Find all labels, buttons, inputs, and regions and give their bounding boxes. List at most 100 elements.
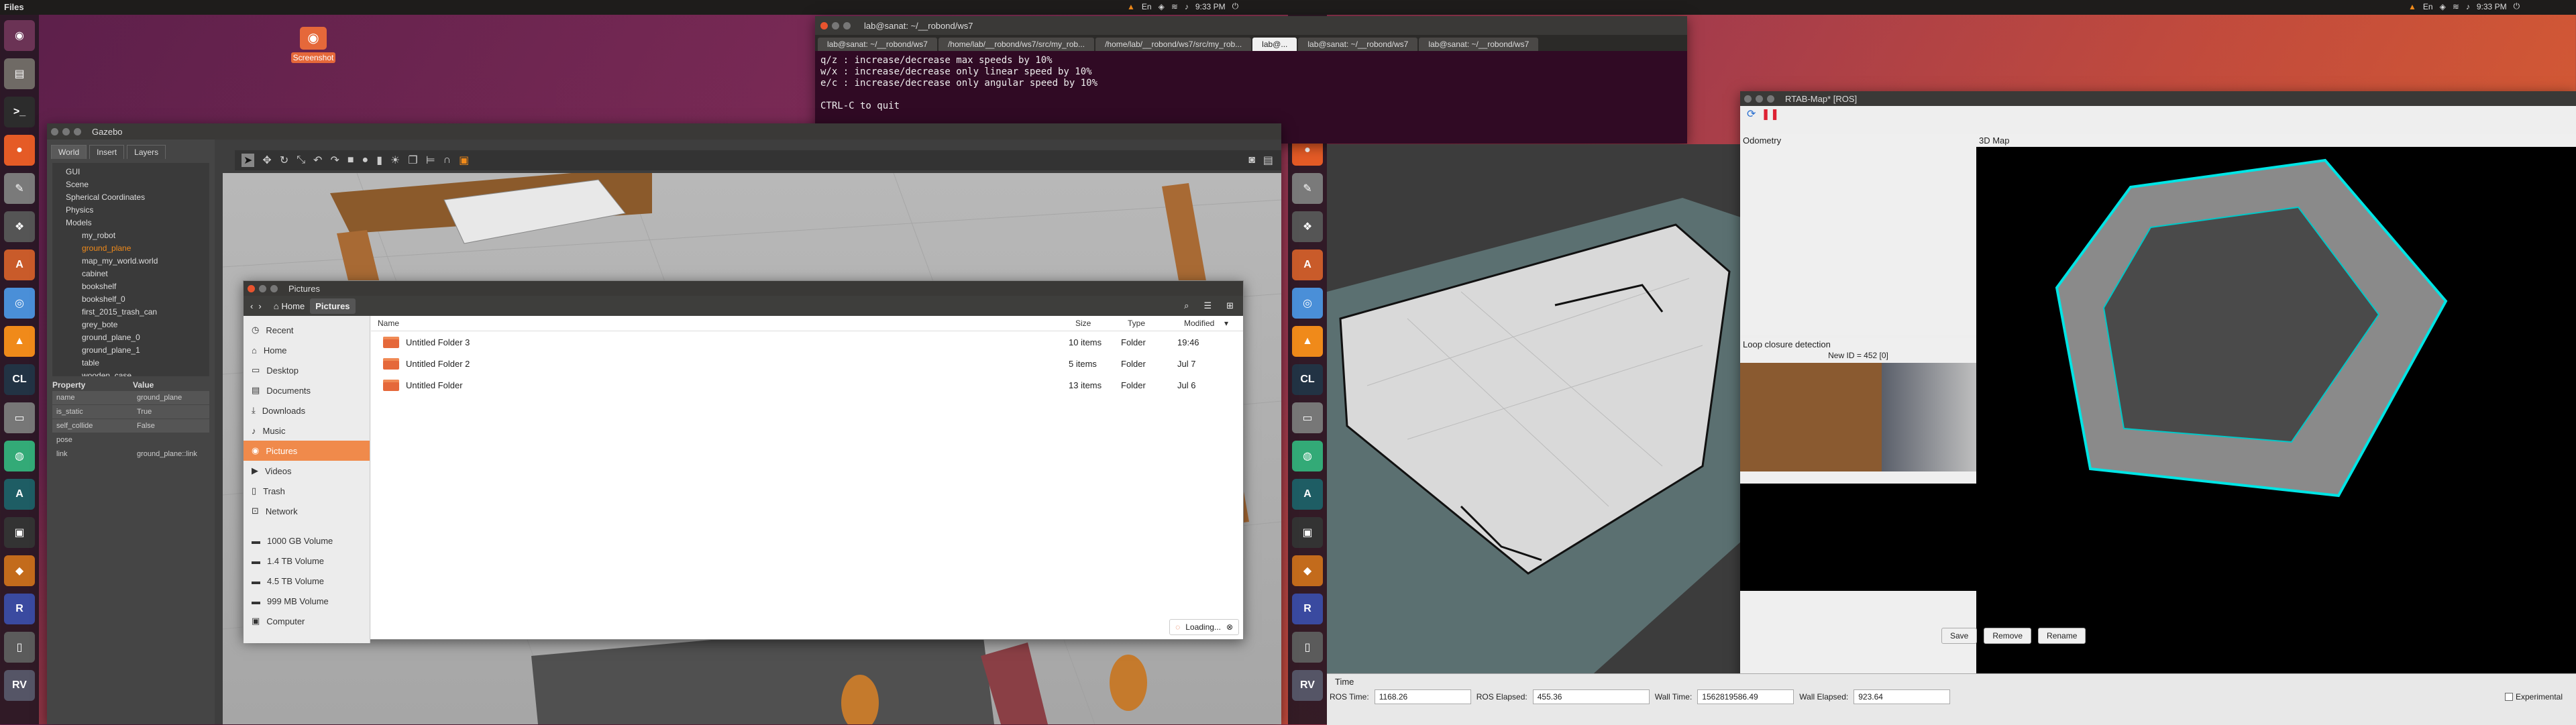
power-icon[interactable]: ⏻ (2514, 1, 2520, 11)
rviz-icon[interactable]: R (1292, 594, 1323, 624)
firefox-icon[interactable]: ● (4, 135, 35, 166)
pause-icon[interactable]: ❚❚ (1761, 107, 1779, 121)
terminal-tab[interactable]: lab@... (1252, 38, 1297, 51)
wall-time-field[interactable]: 1562819586.49 (1697, 689, 1794, 704)
tree-item[interactable]: table (55, 357, 207, 370)
terminal-icon[interactable]: >_ (4, 97, 35, 127)
gazebo-tab[interactable]: World (51, 145, 87, 159)
property-list[interactable]: name ground_plane is_static True self_collid… (52, 391, 209, 461)
close-icon[interactable] (248, 284, 255, 292)
wifi-icon[interactable]: ≋ (1171, 2, 1178, 11)
sidebar-item[interactable]: ▯ Trash (244, 481, 370, 501)
back-icon[interactable]: ‹ (250, 301, 253, 311)
sidebar-item[interactable]: ♪ Music (244, 421, 370, 441)
sidebar-item[interactable]: ◷ Recent (244, 320, 370, 340)
terminal-tab[interactable]: lab@sanat: ~/__robond/ws7 (1298, 38, 1418, 51)
column-size[interactable]: Size (1075, 319, 1128, 328)
tree-item[interactable]: my_robot (55, 229, 207, 242)
close-icon[interactable] (1744, 95, 1752, 103)
property-row[interactable]: pose (52, 433, 209, 447)
sidebar-item[interactable]: ⊡ Network (244, 501, 370, 521)
select-mode-icon[interactable]: ➤ (241, 154, 255, 167)
sidebar-item[interactable]: ⤓ Downloads (244, 400, 370, 421)
chromium-icon[interactable]: ◎ (1292, 288, 1323, 319)
column-modified[interactable]: Modified (1184, 319, 1224, 328)
maximize-icon[interactable] (843, 21, 851, 30)
dropbox-icon[interactable]: ◈ (2440, 2, 2446, 11)
vlc-icon[interactable]: ▲ (1127, 2, 1135, 11)
minimize-icon[interactable] (1756, 95, 1763, 103)
trash-icon[interactable]: ▯ (4, 632, 35, 663)
display-icon[interactable]: ▣ (1292, 517, 1323, 548)
arduino-icon[interactable]: A (1292, 479, 1323, 510)
terminal-output[interactable]: q/z : increase/decrease max speeds by 10… (815, 51, 1687, 116)
geany-icon[interactable]: ❖ (4, 211, 35, 242)
chrome-icon[interactable]: ◍ (1292, 441, 1323, 471)
property-row[interactable]: is_static True (52, 405, 209, 419)
path-home-button[interactable]: ⌂ Home (274, 301, 305, 311)
search-icon[interactable]: ⌕ (1184, 300, 1189, 311)
box-shape-icon[interactable]: ■ (347, 154, 354, 166)
rviz-viewport[interactable] (1327, 144, 1743, 684)
virtualbox-icon[interactable]: ◆ (4, 555, 35, 586)
display-icon[interactable]: ▣ (4, 517, 35, 548)
chrome-icon[interactable]: ◍ (4, 441, 35, 471)
grid-view-icon[interactable]: ⊞ (1226, 300, 1234, 311)
tree-item[interactable]: ground_plane_0 (55, 331, 207, 344)
copy-icon[interactable]: ❐ (408, 154, 417, 167)
disk-icon[interactable]: ▭ (4, 402, 35, 433)
vlc-icon[interactable]: ▲ (4, 326, 35, 357)
software-icon[interactable]: A (4, 249, 35, 280)
light-icon[interactable]: ☀ (390, 154, 400, 167)
sidebar-item[interactable]: ⌂ Home (244, 340, 370, 360)
close-icon[interactable] (820, 21, 828, 30)
terminal-tab[interactable]: lab@sanat: ~/__robond/ws7 (1419, 38, 1539, 51)
clock-time[interactable]: 9:33 PM (2477, 2, 2507, 11)
property-row[interactable]: name ground_plane (52, 391, 209, 404)
vlc-icon[interactable]: ▲ (2408, 2, 2416, 11)
clock-time[interactable]: 9:33 PM (1195, 2, 1226, 11)
sidebar-item[interactable]: ▬ 1.4 TB Volume (244, 551, 370, 571)
rviz-icon[interactable]: R (4, 594, 35, 624)
desktop-screenshot-icon[interactable]: ◉ Screenshot (283, 27, 343, 63)
sidebar-item[interactable]: ▭ Desktop (244, 360, 370, 380)
gazebo-tab[interactable]: Layers (127, 145, 166, 159)
sidebar-item[interactable]: ▬ 4.5 TB Volume (244, 571, 370, 591)
minimize-icon[interactable] (832, 21, 839, 30)
property-row[interactable]: link ground_plane::link (52, 447, 209, 461)
file-row[interactable]: Untitled Folder 13 items Folder Jul 6 (371, 374, 1243, 396)
virtualbox-icon[interactable]: ◆ (1292, 555, 1323, 586)
scale-mode-icon[interactable]: ⤡ (297, 154, 305, 166)
sort-desc-icon[interactable]: ▾ (1224, 319, 1228, 328)
geany-icon[interactable]: ❖ (1292, 211, 1323, 242)
tree-item[interactable]: GUI (55, 166, 207, 178)
minimize-icon[interactable] (259, 284, 266, 292)
redo-icon[interactable]: ↷ (330, 154, 339, 167)
undo-icon[interactable]: ↶ (313, 154, 322, 167)
sidebar-item[interactable]: ▣ Computer (244, 611, 370, 631)
sidebar-item[interactable]: ▶ Videos (244, 461, 370, 481)
app-menu-title[interactable]: Files (4, 2, 24, 12)
gazebo-tab[interactable]: Insert (89, 145, 125, 159)
tree-item[interactable]: ground_plane (55, 242, 207, 255)
column-type[interactable]: Type (1128, 319, 1184, 328)
cl-icon[interactable]: CL (4, 364, 35, 395)
column-name[interactable]: Name (371, 319, 1075, 328)
minimize-icon[interactable] (62, 127, 70, 135)
sidebar-item[interactable]: ▤ Documents (244, 380, 370, 400)
tree-item[interactable]: grey_bote (55, 319, 207, 331)
screenshot-icon[interactable]: ◙ (1248, 154, 1255, 166)
tree-item[interactable]: bookshelf (55, 280, 207, 293)
align-icon[interactable]: ⊨ (426, 154, 435, 167)
tree-item[interactable]: bookshelf_0 (55, 293, 207, 306)
terminal-tab[interactable]: lab@sanat: ~/__robond/ws7 (818, 38, 937, 51)
list-view-icon[interactable]: ☰ (1203, 300, 1212, 311)
ros-time-field[interactable]: 1168.26 (1374, 689, 1471, 704)
experimental-checkbox[interactable]: Experimental (2504, 692, 2563, 702)
keyboard-icon[interactable]: En (1142, 2, 1152, 11)
remove-button[interactable]: Remove (1984, 628, 2032, 644)
cylinder-shape-icon[interactable]: ▮ (376, 154, 382, 167)
maximize-icon[interactable] (74, 127, 81, 135)
vlc-icon[interactable]: ▲ (1292, 326, 1323, 357)
maximize-icon[interactable] (270, 284, 278, 292)
